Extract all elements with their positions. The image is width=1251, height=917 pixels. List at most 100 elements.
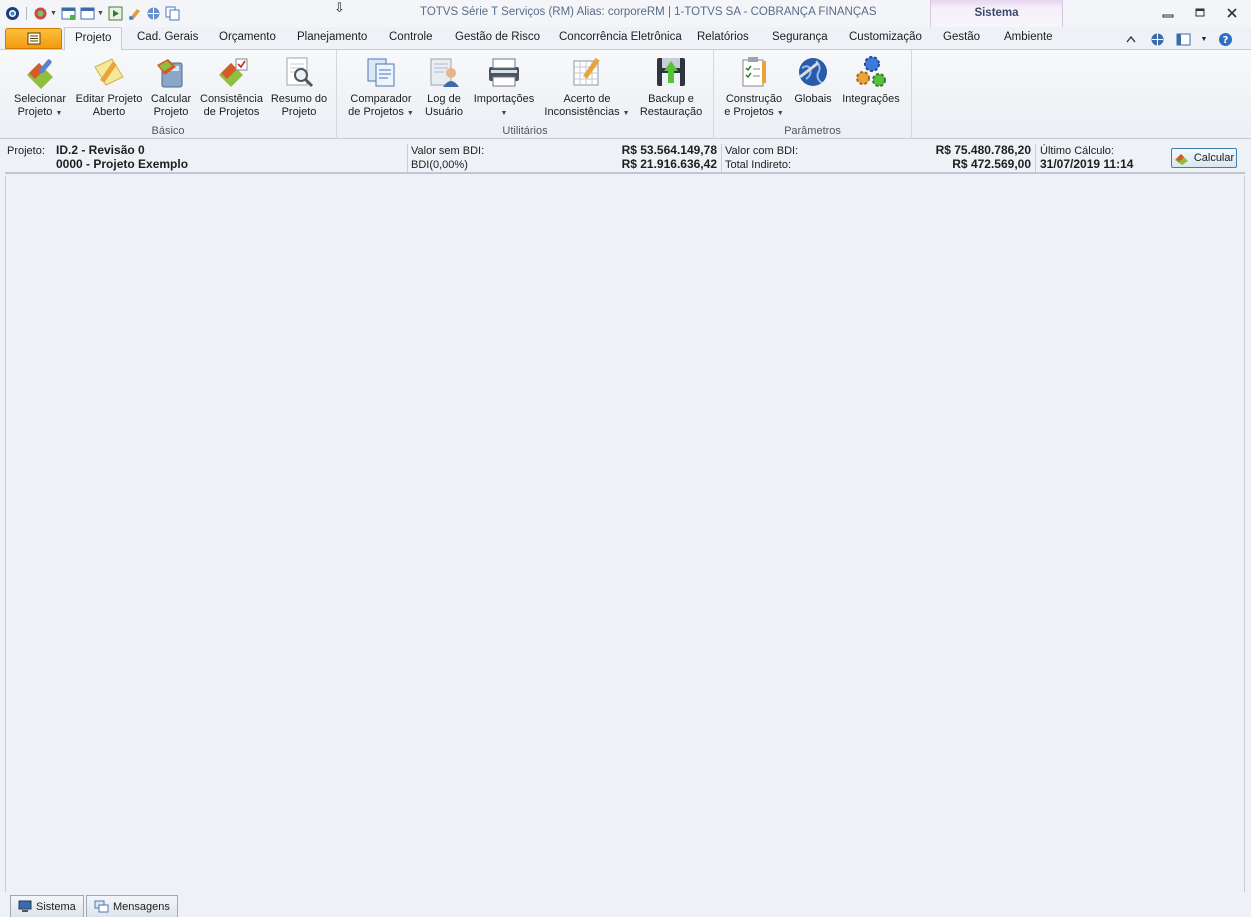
calcular-button[interactable]: Calcular [1171, 148, 1237, 168]
integracoes-button[interactable]: Integrações [838, 54, 904, 106]
projeto-label: Projeto: [7, 145, 45, 157]
button-label-line1: Calcular [150, 93, 192, 105]
tab-gestao[interactable]: Gestão [943, 31, 980, 43]
magnifier-icon [282, 54, 316, 90]
total-indireto-value: R$ 472.569,00 [952, 157, 1031, 171]
title-bar: ▼ ▼ ⇩ TOTVS Série T Serviços (RM) Alias:… [0, 0, 1251, 27]
paint-brush-icon [23, 54, 57, 90]
button-label-line1: Integrações [842, 93, 900, 105]
button-label-line2: Aberto [92, 106, 126, 118]
chevron-down-icon[interactable]: ▼ [97, 10, 104, 17]
globais-button[interactable]: Globais [792, 54, 834, 106]
chevron-down-icon[interactable]: ▼ [1201, 31, 1208, 47]
bottom-tab-sistema[interactable]: Sistema [10, 895, 84, 917]
chevron-down-icon: ▼ [500, 110, 508, 117]
gears-icon [854, 54, 888, 90]
consistencia-de-projetos-button[interactable]: Consistência de Projetos [198, 54, 265, 119]
tab-customizacao[interactable]: Customização [849, 31, 922, 43]
globe-icon[interactable] [146, 6, 161, 21]
minimize-icon[interactable] [1159, 4, 1177, 22]
network-icon[interactable] [33, 6, 48, 21]
selecionar-projeto-button[interactable]: Selecionar Projeto ▼ [9, 54, 71, 120]
tab-ambiente[interactable]: Ambiente [1004, 31, 1053, 43]
valor-com-bdi-label: Valor com BDI: [725, 145, 799, 157]
menu-icon [27, 32, 40, 45]
tab-controle[interactable]: Controle [389, 31, 432, 43]
valor-sem-bdi-value: R$ 53.564.149,78 [621, 143, 717, 157]
run-icon[interactable] [108, 6, 123, 21]
chevron-down-icon[interactable]: ▼ [50, 10, 57, 17]
projeto-line1: ID.2 - Revisão 0 [56, 143, 145, 157]
application-menu-button[interactable] [5, 28, 62, 49]
mouse-cursor-icon: ⇩ [334, 0, 345, 15]
button-label-line1: Editar Projeto [75, 93, 143, 105]
ribbon-right-controls: ▼ ? [1123, 31, 1233, 47]
copy-icon[interactable] [165, 6, 180, 21]
tab-gestao-de-risco[interactable]: Gestão de Risco [455, 31, 540, 43]
monitor-icon [18, 900, 32, 912]
context-tab-sistema[interactable]: Sistema [930, 0, 1063, 27]
divider [721, 144, 722, 172]
window-layout-icon[interactable] [80, 6, 95, 21]
bottom-tab-label: Sistema [36, 900, 76, 913]
calcular-label: Calcular [1193, 152, 1235, 164]
new-window-icon[interactable] [61, 6, 76, 21]
ribbon-group-label: Utilitários [502, 125, 548, 137]
bottom-tab-label: Mensagens [113, 900, 170, 913]
acerto-de-inconsistencias-button[interactable]: Acerto de Inconsistências ▼ [542, 54, 632, 120]
checklist-icon [215, 54, 249, 90]
help-icon[interactable]: ? [1217, 31, 1233, 47]
valor-sem-bdi-label: Valor sem BDI: [411, 145, 485, 157]
bottom-tab-mensagens[interactable]: Mensagens [86, 895, 178, 917]
backup-e-restauracao-button[interactable]: Backup e Restauração [637, 54, 705, 119]
tab-projeto[interactable]: Projeto [64, 27, 123, 51]
toolbar-separator [26, 7, 27, 20]
restore-icon[interactable] [1191, 4, 1209, 22]
collapse-ribbon-icon[interactable] [1123, 31, 1139, 47]
resumo-do-projeto-button[interactable]: Resumo do Projeto [268, 54, 330, 119]
tab-planejamento[interactable]: Planejamento [297, 31, 367, 43]
floppy-icon [654, 54, 688, 90]
button-label-line1: Consistência [200, 93, 263, 105]
divider [1035, 144, 1036, 172]
editar-projeto-aberto-button[interactable]: Editar Projeto Aberto [73, 54, 145, 119]
grid-pencil-icon [570, 54, 604, 90]
quick-access-toolbar: ▼ ▼ [0, 6, 180, 21]
ribbon-group-utilitarios: Comparador de Projetos ▼ Log de Usuário … [337, 50, 714, 139]
ribbon-group-label: Parâmetros [784, 125, 841, 137]
ribbon-panel: Selecionar Projeto ▼ Editar Projeto Aber… [0, 50, 1251, 139]
comparador-de-projetos-button[interactable]: Comparador de Projetos ▼ [346, 54, 416, 120]
paint-icon[interactable] [127, 6, 142, 21]
calcular-projeto-button[interactable]: Calcular Projeto [147, 54, 195, 119]
button-label-line1: Construção [725, 93, 783, 105]
chevron-down-icon: ▼ [622, 110, 630, 117]
main-content-area [5, 176, 1245, 892]
ribbon-group-basico: Selecionar Projeto ▼ Editar Projeto Aber… [0, 50, 337, 139]
button-label-line1: Comparador [350, 93, 412, 105]
ribbon-group-label: Básico [151, 125, 185, 137]
log-de-usuario-button[interactable]: Log de Usuário [421, 54, 467, 119]
globe-icon[interactable] [1149, 31, 1165, 47]
note-pencil-icon [92, 54, 126, 90]
button-label-line2: Inconsistências [544, 106, 620, 118]
tab-concorrencia-eletronica[interactable]: Concorrência Eletrônica [559, 31, 682, 43]
tab-orcamento[interactable]: Orçamento [219, 31, 276, 43]
tab-cad-gerais[interactable]: Cad. Gerais [137, 31, 198, 43]
button-label-line1: Acerto de [563, 93, 611, 105]
documents-icon [364, 54, 398, 90]
printer-icon [487, 54, 521, 90]
button-label-line2: Restauração [639, 106, 703, 118]
importacoes-button[interactable]: Importações ▼ [472, 54, 536, 120]
window-title: TOTVS Série T Serviços (RM) Alias: corpo… [420, 6, 877, 18]
globe-icon [796, 54, 830, 90]
tab-relatorios[interactable]: Relatórios [697, 31, 749, 43]
chevron-down-icon: ▼ [776, 110, 784, 117]
tab-seguranca[interactable]: Segurança [772, 31, 828, 43]
button-label-line1: Resumo do [270, 93, 328, 105]
ribbon-group-parametros: Construção e Projetos ▼ Globais Integraç… [714, 50, 912, 139]
app-logo-icon[interactable] [5, 6, 20, 21]
layout-icon[interactable] [1175, 31, 1191, 47]
close-icon[interactable] [1223, 4, 1241, 22]
divider [407, 144, 408, 172]
construcao-e-projetos-button[interactable]: Construção e Projetos ▼ [720, 54, 788, 120]
